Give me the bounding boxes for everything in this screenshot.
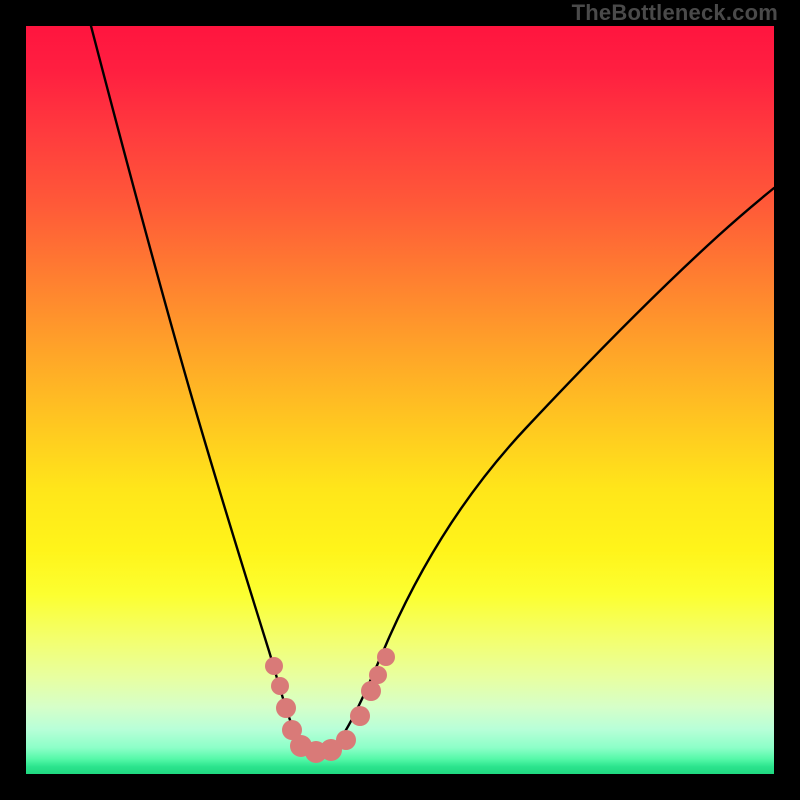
chart-frame	[26, 26, 774, 774]
chart-svg	[26, 26, 774, 774]
watermark-text: TheBottleneck.com	[572, 0, 778, 26]
marker-dots	[265, 648, 395, 763]
main-curve	[91, 26, 774, 752]
